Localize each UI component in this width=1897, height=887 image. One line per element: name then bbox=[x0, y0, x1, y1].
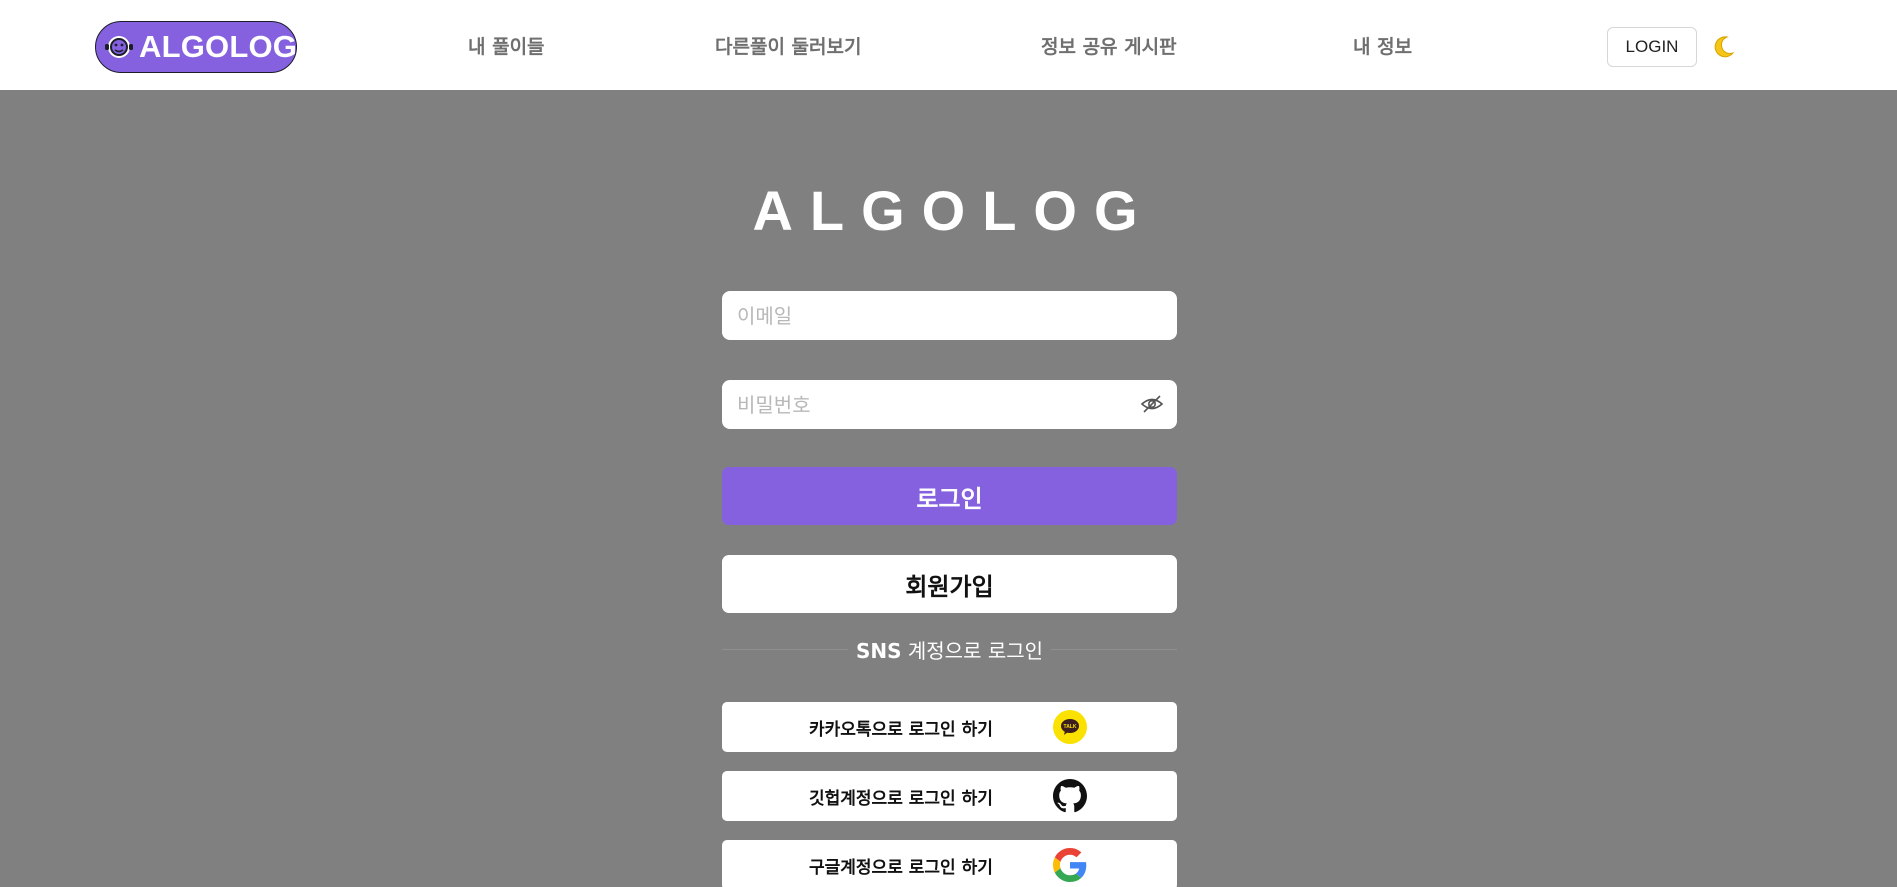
google-login-label: 구글계정으로 로그인 하기 bbox=[809, 858, 993, 878]
divider-line-left bbox=[722, 648, 848, 650]
signup-button[interactable]: 회원가입 bbox=[722, 555, 1177, 613]
nav-login-button[interactable]: LOGIN bbox=[1607, 27, 1697, 67]
brand-title: ALGOLOG bbox=[752, 179, 1155, 242]
github-login-label: 깃헙계정으로 로그인 하기 bbox=[809, 789, 993, 809]
svg-text:TALK: TALK bbox=[1064, 724, 1077, 730]
sns-divider: SNS 계정으로 로그인 bbox=[722, 635, 1177, 664]
github-login-button[interactable]: 깃헙계정으로 로그인 하기 bbox=[722, 771, 1177, 821]
google-login-button[interactable]: 구글계정으로 로그인 하기 bbox=[722, 840, 1177, 887]
kakao-login-button[interactable]: 카카오톡으로 로그인 하기 TALK bbox=[722, 702, 1177, 752]
nav-browse-solutions[interactable]: 다른풀이 둘러보기 bbox=[715, 32, 861, 59]
navbar: ALGOLOG 내 풀이들 다른풀이 둘러보기 정보 공유 게시판 내 정보 L… bbox=[0, 0, 1897, 90]
password-input[interactable] bbox=[722, 380, 1177, 429]
github-icon bbox=[1053, 779, 1087, 813]
divider-line-right bbox=[1051, 648, 1177, 650]
email-input[interactable] bbox=[722, 291, 1177, 340]
logo-text: ALGOLOG bbox=[139, 29, 298, 64]
logo-icon bbox=[104, 31, 134, 63]
kakao-login-label: 카카오톡으로 로그인 하기 bbox=[809, 720, 993, 740]
moon-icon[interactable] bbox=[1710, 34, 1736, 60]
login-button[interactable]: 로그인 bbox=[722, 467, 1177, 525]
logo[interactable]: ALGOLOG bbox=[95, 21, 297, 73]
nav-info-board[interactable]: 정보 공유 게시판 bbox=[1041, 32, 1177, 59]
sns-divider-suffix: 계정으로 로그인 bbox=[901, 638, 1044, 663]
kakao-talk-icon: TALK bbox=[1053, 710, 1087, 744]
google-icon bbox=[1053, 848, 1087, 882]
nav-my-info[interactable]: 내 정보 bbox=[1353, 32, 1412, 59]
eye-off-icon[interactable] bbox=[1140, 392, 1164, 416]
sns-divider-prefix: SNS bbox=[855, 638, 902, 663]
nav-my-solutions[interactable]: 내 풀이들 bbox=[468, 32, 545, 59]
sns-divider-label: SNS 계정으로 로그인 bbox=[848, 635, 1051, 664]
